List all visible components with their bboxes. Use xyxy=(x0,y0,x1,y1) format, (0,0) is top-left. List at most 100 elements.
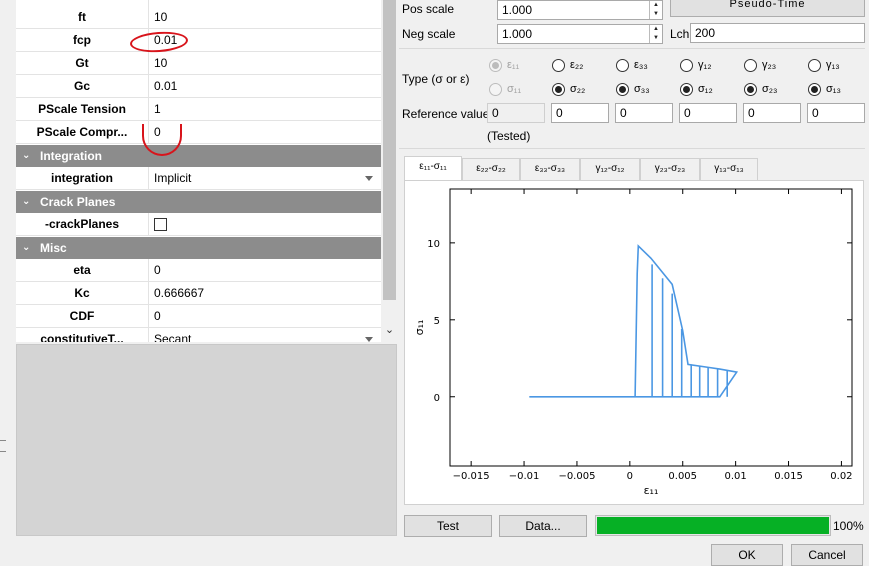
radio-s12[interactable] xyxy=(680,83,693,96)
reference-value-input-1: 0 xyxy=(487,103,545,123)
tab-e11-s11[interactable]: ε₁₁-σ₁₁ xyxy=(404,156,462,181)
ok-button[interactable]: OK xyxy=(711,544,783,566)
lch-label: Lch xyxy=(670,27,690,41)
property-row-fcp[interactable]: fcp 0.01 xyxy=(16,29,381,52)
property-row-kc[interactable]: Kc 0.666667 xyxy=(16,282,381,305)
series-line-main xyxy=(529,244,739,398)
spin-up-icon[interactable]: ▲ xyxy=(650,25,662,34)
radio-label: ε₁₁ xyxy=(507,59,520,71)
reference-value-input-2[interactable]: 0 xyxy=(551,103,609,123)
property-row-gt[interactable]: Gt 10 xyxy=(16,52,381,75)
radio-s22[interactable] xyxy=(552,83,565,96)
property-row-pscale-compression[interactable]: PScale Compr... 0 xyxy=(16,121,381,144)
x-tick-label: 0.01 xyxy=(724,471,746,482)
radio-label: σ₂₃ xyxy=(762,83,778,95)
category-crack-planes[interactable]: ⌄ Crack Planes xyxy=(16,191,381,213)
tab-g12-s12[interactable]: γ₁₂-σ₁₂ xyxy=(580,158,640,180)
progress-text: 100% xyxy=(833,519,864,533)
property-row-gc[interactable]: Gc 0.01 xyxy=(16,75,381,98)
reference-value-input-5[interactable]: 0 xyxy=(743,103,801,123)
tab-e22-s22[interactable]: ε₂₂-σ₂₂ xyxy=(462,158,520,180)
property-row-pscale-tension[interactable]: PScale Tension 1 xyxy=(16,98,381,121)
radio-s13[interactable] xyxy=(808,83,821,96)
x-tick-label: 0.005 xyxy=(668,471,697,482)
spin-down-icon[interactable]: ▼ xyxy=(650,34,662,43)
dropdown-arrow-icon[interactable] xyxy=(365,337,373,342)
property-name: Gt xyxy=(16,52,149,75)
property-name: Kc xyxy=(16,282,149,305)
x-tick-label: −0.01 xyxy=(509,471,540,482)
scrollbar-thumb[interactable] xyxy=(383,0,396,300)
category-label: Integration xyxy=(40,149,102,163)
property-value[interactable]: 0 xyxy=(154,259,161,282)
x-tick-label: 0.02 xyxy=(830,471,852,482)
property-value[interactable]: 0.666667 xyxy=(154,282,204,305)
data-button[interactable]: Data... xyxy=(499,515,587,537)
neg-scale-spinbox[interactable]: 1.000 ▲ ▼ xyxy=(497,24,663,44)
category-misc[interactable]: ⌄ Misc xyxy=(16,237,381,259)
radio-g23[interactable] xyxy=(744,59,757,72)
property-row-eta[interactable]: eta 0 xyxy=(16,259,381,282)
radio-label: ε₂₂ xyxy=(570,59,584,71)
crackplanes-checkbox[interactable] xyxy=(154,218,167,231)
cancel-button[interactable]: Cancel xyxy=(791,544,863,566)
tab-e33-s33[interactable]: ε₃₃-σ₃₃ xyxy=(520,158,580,180)
reference-value-input-3[interactable]: 0 xyxy=(615,103,673,123)
property-value[interactable]: 10 xyxy=(154,52,167,75)
x-tick-label: 0.015 xyxy=(774,471,803,482)
radio-e33[interactable] xyxy=(616,59,629,72)
description-panel xyxy=(16,344,397,536)
radio-label: σ₁₂ xyxy=(698,83,713,95)
divider xyxy=(399,148,865,149)
property-row-cdf[interactable]: CDF 0 xyxy=(16,305,381,328)
x-tick-label: −0.005 xyxy=(558,471,595,482)
property-name: PScale Tension xyxy=(16,98,149,121)
reference-value-input-6[interactable]: 0 xyxy=(807,103,865,123)
property-value[interactable]: 1 xyxy=(154,98,161,121)
property-name: eta xyxy=(16,259,149,282)
radio-s23[interactable] xyxy=(744,83,757,96)
lch-input[interactable]: 200 xyxy=(690,23,865,43)
type-label: Type (σ or ε) xyxy=(402,72,470,86)
property-value[interactable]: 0 xyxy=(154,305,161,328)
property-row-crackplanes[interactable]: -crackPlanes xyxy=(16,213,381,236)
pos-scale-spinbox[interactable]: 1.000 ▲ ▼ xyxy=(497,0,663,20)
property-value[interactable]: 10 xyxy=(154,6,167,29)
property-value[interactable]: Secant xyxy=(154,328,191,342)
radio-label: ε₃₃ xyxy=(634,59,648,71)
splitter-handle[interactable] xyxy=(0,440,6,452)
category-integration[interactable]: ⌄ Integration xyxy=(16,145,381,167)
spin-down-icon[interactable]: ▼ xyxy=(650,10,662,19)
test-button[interactable]: Test xyxy=(404,515,492,537)
property-name: -crackPlanes xyxy=(16,213,149,236)
radio-s33[interactable] xyxy=(616,83,629,96)
x-tick-label: 0 xyxy=(627,471,633,482)
property-row-constitutive[interactable]: constitutiveT... Secant xyxy=(16,328,381,342)
divider xyxy=(399,48,865,49)
property-value[interactable]: 0.01 xyxy=(154,75,177,98)
pos-scale-label: Pos scale xyxy=(402,2,455,16)
radio-e22[interactable] xyxy=(552,59,565,72)
reference-value-label: Reference value xyxy=(402,107,490,121)
y-tick-label: 0 xyxy=(434,393,440,404)
integration-dropdown[interactable]: Implicit xyxy=(154,167,191,190)
tab-g23-s23[interactable]: γ₂₃-σ₂₃ xyxy=(640,158,700,180)
pseudo-time-button[interactable]: Pseudo-Time xyxy=(670,0,865,17)
radio-label: σ₁₃ xyxy=(826,83,841,95)
reference-value-input-4[interactable]: 0 xyxy=(679,103,737,123)
property-name: Gc xyxy=(16,75,149,98)
dropdown-arrow-icon[interactable] xyxy=(365,176,373,181)
progress-fill xyxy=(597,517,829,534)
tab-g13-s13[interactable]: γ₁₃-σ₁₃ xyxy=(700,158,758,180)
property-name: integration xyxy=(16,167,149,190)
scroll-down-icon[interactable]: ⌄ xyxy=(381,322,398,339)
property-name: fcp xyxy=(16,29,149,52)
property-row-integration[interactable]: integration Implicit xyxy=(16,167,381,190)
property-name: PScale Compr... xyxy=(16,121,149,144)
chart-tab-pane: −0.015 −0.01 −0.005 0 0.005 0.01 0.015 0.02 0 5 1… xyxy=(404,180,864,505)
spin-up-icon[interactable]: ▲ xyxy=(650,1,662,10)
radio-g12[interactable] xyxy=(680,59,693,72)
property-row-ft[interactable]: ft 10 xyxy=(16,6,381,29)
category-label: Crack Planes xyxy=(40,195,116,209)
radio-g13[interactable] xyxy=(808,59,821,72)
